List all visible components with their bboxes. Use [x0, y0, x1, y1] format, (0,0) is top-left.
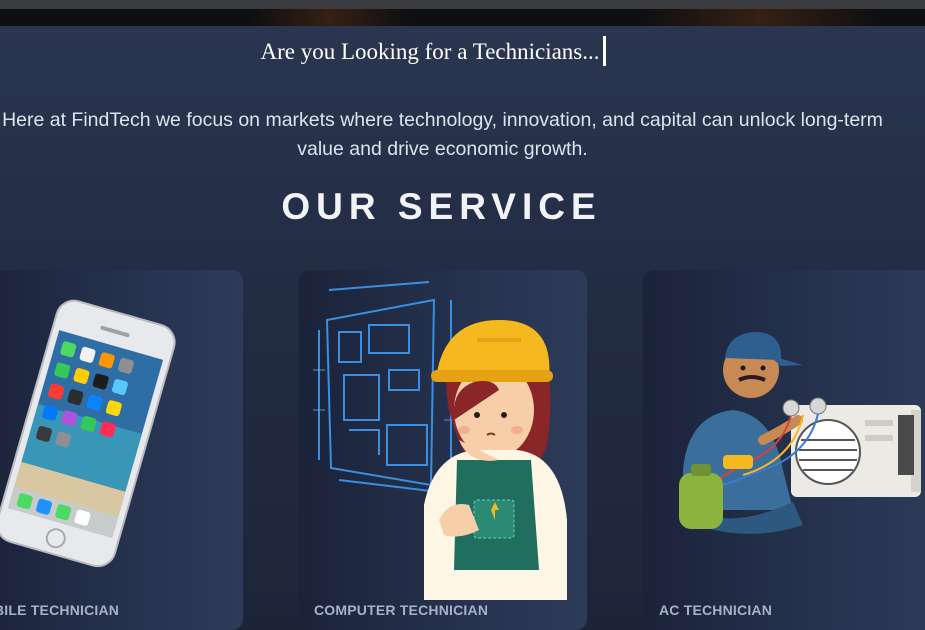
engineer-blueprint-illustration — [313, 281, 567, 600]
header-image-fragment — [640, 9, 880, 26]
typing-cursor — [602, 36, 606, 66]
window-border — [0, 0, 925, 9]
service-card-computer[interactable]: COMPUTER TECHNICIAN — [299, 270, 587, 630]
smartphone-illustration — [0, 299, 176, 568]
typing-text: Are you Looking for a Technicians... — [260, 39, 600, 64]
intro-paragraph: Here at FindTech we focus on markets whe… — [2, 109, 883, 160]
section-title: OUR SERVICE — [281, 186, 602, 227]
browser-top-strip — [0, 0, 925, 26]
service-card-ac[interactable]: AC TECHNICIAN — [643, 270, 925, 630]
header-image-fragment — [250, 9, 410, 26]
ac-repairman-illustration — [679, 332, 921, 534]
typing-headline: Are you Looking for a Technicians... — [0, 36, 866, 66]
service-card-mobile[interactable]: BILE TECHNICIAN — [0, 270, 243, 630]
